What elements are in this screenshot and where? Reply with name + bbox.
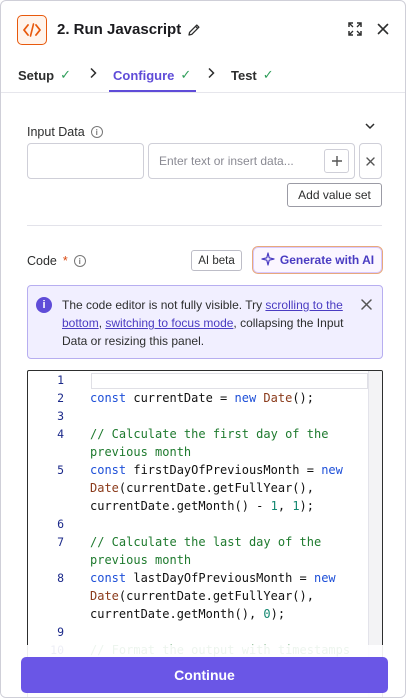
info-icon: i (36, 297, 52, 313)
active-line-highlight (91, 373, 368, 389)
step-tabs: Setup ✓ Configure ✓ Test ✓ (1, 59, 405, 93)
tab-setup-label: Setup (18, 67, 55, 83)
generate-with-ai-label: Generate with AI (279, 253, 375, 267)
line-number: 5 (57, 463, 64, 477)
chevron-right-icon (89, 67, 97, 82)
section-divider (27, 225, 382, 226)
remove-value-button[interactable] (359, 143, 382, 179)
code-icon (17, 15, 47, 45)
tab-test[interactable]: Test ✓ (231, 67, 274, 83)
input-key-field[interactable] (27, 143, 144, 179)
chevron-down-icon[interactable] (363, 119, 377, 133)
close-icon[interactable] (373, 19, 393, 39)
code-label-text: Code (27, 254, 57, 268)
notice-text: The code editor is not fully visible. Tr… (62, 296, 344, 350)
notice-text-part: The code editor is not fully visible. Tr… (62, 298, 266, 312)
close-icon[interactable] (358, 296, 374, 312)
info-icon[interactable]: i (90, 126, 103, 138)
code-line: Date(currentDate.getFullYear(), (90, 589, 314, 603)
ai-beta-badge: AI beta (191, 250, 242, 271)
input-value-placeholder: Enter text or insert data... (159, 154, 294, 168)
editor-visibility-notice: i The code editor is not fully visible. … (27, 285, 383, 359)
focus-mode-link[interactable]: switching to focus mode (105, 316, 233, 330)
code-line: previous month (90, 553, 192, 567)
tab-configure[interactable]: Configure ✓ (113, 67, 191, 83)
code-line: currentDate.getMonth() - 1, 1); (90, 499, 314, 513)
code-line: Date(currentDate.getFullYear(), (90, 481, 314, 495)
code-line: const firstDayOfPreviousMonth = new (90, 463, 343, 477)
check-icon: ✓ (180, 67, 192, 82)
tab-setup[interactable]: Setup ✓ (18, 67, 71, 83)
line-number: 9 (57, 625, 64, 639)
line-number: 4 (57, 427, 64, 441)
info-icon[interactable]: i (73, 255, 86, 267)
add-value-set-button[interactable]: Add value set (287, 183, 382, 207)
continue-button[interactable]: Continue (21, 657, 388, 693)
code-line: const lastDayOfPreviousMonth = new (90, 571, 336, 585)
line-number: 7 (57, 535, 64, 549)
check-icon: ✓ (262, 67, 274, 82)
expand-icon[interactable] (345, 19, 365, 39)
code-line: const currentDate = new Date(); (90, 391, 315, 405)
step-title-text: 2. Run Javascript (57, 21, 182, 38)
panel-header: 2. Run Javascript (1, 1, 405, 59)
line-number: 6 (57, 517, 64, 531)
generate-with-ai-button[interactable]: Generate with AI (252, 246, 383, 274)
step-title[interactable]: 2. Run Javascript (57, 21, 201, 38)
line-number: 1 (57, 373, 64, 387)
sparkle-icon (261, 251, 275, 269)
tab-configure-label: Configure (113, 67, 175, 83)
code-line: currentDate.getMonth(), 0); (90, 607, 286, 621)
chevron-right-icon (207, 67, 215, 82)
required-marker: * (62, 254, 68, 268)
input-data-label: Input Data i (27, 125, 103, 139)
active-tab-indicator (109, 90, 196, 92)
check-icon: ✓ (60, 67, 72, 82)
input-data-label-text: Input Data (27, 125, 85, 139)
line-number: 8 (57, 571, 64, 585)
line-number: 3 (57, 409, 64, 423)
insert-data-button[interactable] (324, 149, 349, 173)
code-label: Code * i (27, 254, 86, 268)
code-line: // Calculate the last day of the (90, 535, 322, 549)
tab-test-label: Test (231, 67, 257, 83)
code-line: previous month (90, 445, 192, 459)
step-config-panel: 2. Run Javascript Setup ✓ Configure ✓ Te… (0, 0, 406, 698)
line-number: 2 (57, 391, 64, 405)
pencil-icon[interactable] (187, 23, 201, 37)
code-line: // Calculate the first day of the (90, 427, 329, 441)
